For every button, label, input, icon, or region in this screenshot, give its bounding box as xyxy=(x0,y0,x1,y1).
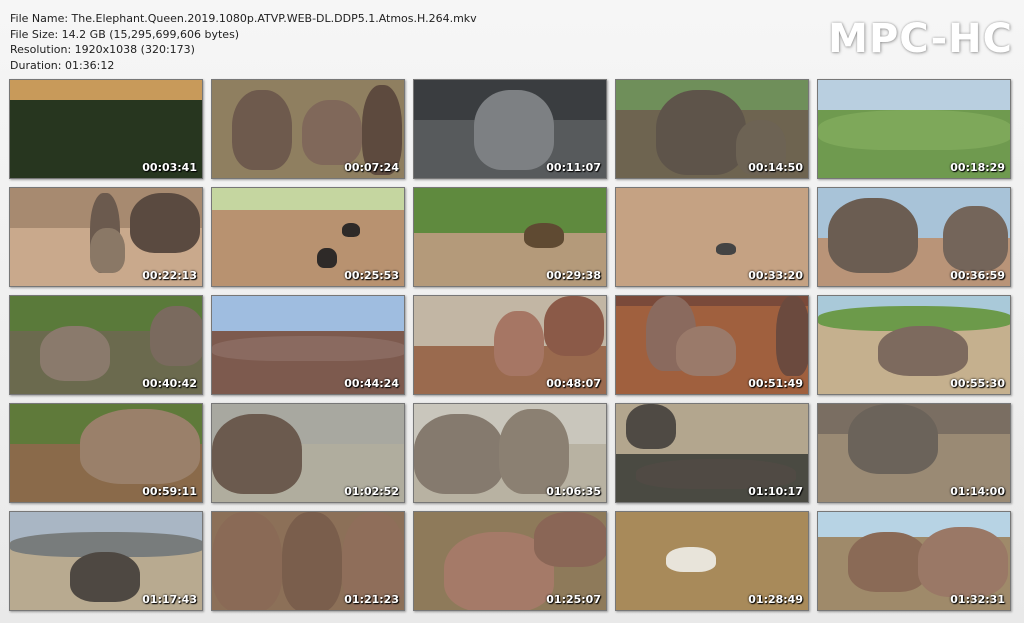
thumbnail-shape xyxy=(943,206,1008,271)
thumbnail-timestamp: 01:25:07 xyxy=(546,593,601,606)
thumbnail-shape xyxy=(70,552,140,602)
thumbnail-timestamp: 00:11:07 xyxy=(546,161,601,174)
thumbnail-timestamp: 00:29:38 xyxy=(546,269,601,282)
thumbnail-shape xyxy=(666,547,716,572)
video-thumbnail: 01:14:00 xyxy=(817,403,1011,503)
video-thumbnail: 00:25:53 xyxy=(211,187,405,287)
video-thumbnail: 00:33:20 xyxy=(615,187,809,287)
thumbnail-shape xyxy=(212,336,404,361)
video-thumbnail: 00:55:30 xyxy=(817,295,1011,395)
video-thumbnail: 00:29:38 xyxy=(413,187,607,287)
video-thumbnail: 00:51:49 xyxy=(615,295,809,395)
thumbnail-shape xyxy=(474,90,554,170)
thumbnail-shape xyxy=(716,243,736,255)
thumbnail-timestamp: 01:17:43 xyxy=(142,593,197,606)
thumbnail-timestamp: 01:06:35 xyxy=(546,485,601,498)
video-thumbnail: 00:18:29 xyxy=(817,79,1011,179)
thumbnail-shape xyxy=(656,90,746,175)
video-thumbnail: 01:21:23 xyxy=(211,511,405,611)
thumbnail-timestamp: 00:03:41 xyxy=(142,161,197,174)
thumbnail-shape xyxy=(676,326,736,376)
video-thumbnail: 00:22:13 xyxy=(9,187,203,287)
thumbnail-shape xyxy=(524,223,564,248)
thumbnail-timestamp: 01:28:49 xyxy=(748,593,803,606)
thumbnail-timestamp: 01:10:17 xyxy=(748,485,803,498)
thumbnail-timestamp: 01:21:23 xyxy=(344,593,399,606)
video-thumbnail: 01:17:43 xyxy=(9,511,203,611)
thumbnail-sky xyxy=(212,188,404,210)
video-thumbnail: 00:59:11 xyxy=(9,403,203,503)
video-thumbnail: 01:06:35 xyxy=(413,403,607,503)
thumbnail-shape xyxy=(828,198,918,273)
video-thumbnail: 00:11:07 xyxy=(413,79,607,179)
thumbnail-shape xyxy=(212,512,282,610)
thumbnail-timestamp: 01:32:31 xyxy=(950,593,1005,606)
thumbnail-timestamp: 00:14:50 xyxy=(748,161,803,174)
thumbnail-timestamp: 01:14:00 xyxy=(950,485,1005,498)
video-thumbnail: 00:36:59 xyxy=(817,187,1011,287)
thumbnail-timestamp: 00:51:49 xyxy=(748,377,803,390)
thumbnail-shape xyxy=(848,404,938,474)
thumbnail-shape xyxy=(342,223,360,237)
thumbnail-sky xyxy=(616,296,808,306)
thumbnail-timestamp: 00:07:24 xyxy=(344,161,399,174)
file-name: File Name: The.Elephant.Queen.2019.1080p… xyxy=(10,12,477,25)
thumbnail-shape xyxy=(317,248,337,268)
video-thumbnail: 01:10:17 xyxy=(615,403,809,503)
thumbnail-sky xyxy=(212,296,404,331)
thumbnail-timestamp: 00:59:11 xyxy=(142,485,197,498)
thumbnail-shape xyxy=(534,512,606,567)
thumbnail-shape xyxy=(40,326,110,381)
thumbnail-shape xyxy=(150,306,202,366)
thumbnail-shape xyxy=(878,326,968,376)
video-thumbnail: 00:14:50 xyxy=(615,79,809,179)
thumbnail-timestamp: 00:44:24 xyxy=(344,377,399,390)
thumbnail-shape xyxy=(776,296,808,376)
thumbnail-shape xyxy=(414,414,504,494)
thumbnail-shape xyxy=(494,311,544,376)
mpc-hc-logo: MPC-HC xyxy=(828,16,1013,62)
thumbnail-timestamp: 00:36:59 xyxy=(950,269,1005,282)
video-thumbnail: 01:32:31 xyxy=(817,511,1011,611)
thumbnail-shape xyxy=(848,532,928,592)
thumbnail-sky xyxy=(818,80,1010,110)
thumbnail-shape xyxy=(212,414,302,494)
video-thumbnail: 01:02:52 xyxy=(211,403,405,503)
thumbnail-timestamp: 00:22:13 xyxy=(142,269,197,282)
thumbnail-shape xyxy=(918,527,1008,597)
thumbnail-shape xyxy=(232,90,292,170)
file-info: File Name: The.Elephant.Queen.2019.1080p… xyxy=(10,11,477,73)
thumbnail-shape xyxy=(818,110,1010,150)
thumbnail-timestamp: 00:40:42 xyxy=(142,377,197,390)
video-thumbnail: 01:25:07 xyxy=(413,511,607,611)
thumbnail-shape xyxy=(90,228,125,273)
video-thumbnail: 00:44:24 xyxy=(211,295,405,395)
video-thumbnail: 00:48:07 xyxy=(413,295,607,395)
video-thumbnail: 00:40:42 xyxy=(9,295,203,395)
thumbnail-timestamp: 00:48:07 xyxy=(546,377,601,390)
thumbnail-shape xyxy=(626,404,676,449)
video-thumbnail: 00:07:24 xyxy=(211,79,405,179)
video-thumbnail: 01:28:49 xyxy=(615,511,809,611)
thumbnail-shape xyxy=(130,193,200,253)
thumbnail-timestamp: 00:18:29 xyxy=(950,161,1005,174)
thumbnail-shape xyxy=(302,100,362,165)
resolution: Resolution: 1920x1038 (320:173) xyxy=(10,43,195,56)
thumbnail-timestamp: 01:02:52 xyxy=(344,485,399,498)
thumbnail-timestamp: 00:55:30 xyxy=(950,377,1005,390)
thumbnail-sky xyxy=(414,188,606,233)
thumbnail-timestamp: 00:33:20 xyxy=(748,269,803,282)
file-size: File Size: 14.2 GB (15,295,699,606 bytes… xyxy=(10,27,240,41)
duration: Duration: 01:36:12 xyxy=(10,58,115,72)
thumbnail-timestamp: 00:25:53 xyxy=(344,269,399,282)
thumbnail-grid: 00:03:41 00:07:24 00:11:07 00:14:50 00:18:29… xyxy=(9,79,1011,611)
thumbnail-shape xyxy=(544,296,604,356)
video-thumbnail: 00:03:41 xyxy=(9,79,203,179)
thumbnail-shape xyxy=(499,409,569,494)
thumbnail-shape xyxy=(282,512,342,610)
thumbnail-sky xyxy=(10,80,202,100)
thumbnail-shape xyxy=(80,409,200,484)
